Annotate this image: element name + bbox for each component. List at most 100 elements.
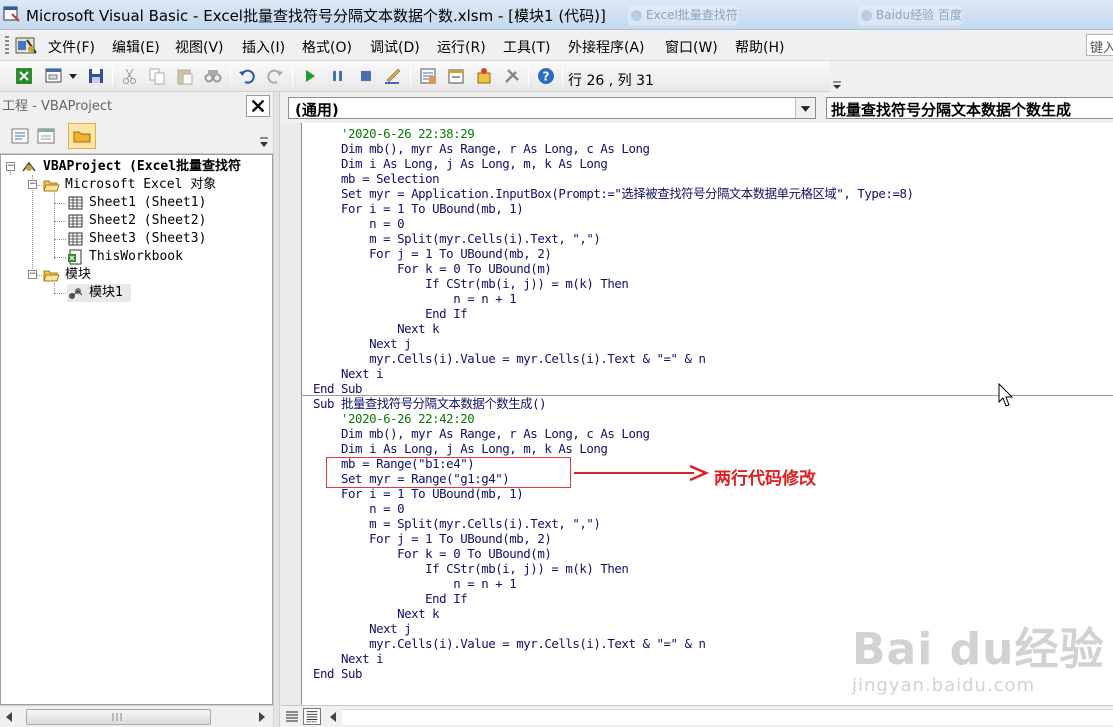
code-line[interactable]: End If <box>313 306 468 321</box>
collapse-toggle[interactable]: − <box>28 180 37 189</box>
paste-icon[interactable] <box>175 66 195 86</box>
code-line[interactable]: m = Split(myr.Cells(i).Text, ",") <box>313 231 601 246</box>
help-search-input[interactable]: 键入 <box>1086 34 1113 56</box>
code-line[interactable]: '2020-6-26 22:42:20 <box>313 411 475 426</box>
code-line[interactable]: Dim i As Long, j As Long, m, k As Long <box>313 441 608 456</box>
code-line[interactable]: Set myr = Range("g1:g4") <box>313 471 510 486</box>
insert-userform-icon[interactable] <box>44 66 64 86</box>
properties-window-icon[interactable] <box>446 66 466 86</box>
code-line[interactable]: End If <box>313 591 468 606</box>
redo-icon[interactable] <box>265 66 285 86</box>
view-code-icon[interactable] <box>8 124 32 148</box>
excel-view-icon[interactable] <box>14 35 38 57</box>
pane-splitter[interactable] <box>273 92 280 727</box>
view-object-icon[interactable] <box>34 124 58 148</box>
code-line[interactable]: Set myr = Application.InputBox(Prompt:="… <box>313 186 914 201</box>
menu-addins[interactable]: 外接程序(A) <box>568 37 645 57</box>
help-icon[interactable]: ? <box>536 66 556 86</box>
code-line[interactable]: n = n + 1 <box>313 291 517 306</box>
code-line[interactable]: For j = 1 To UBound(mb, 2) <box>313 246 552 261</box>
code-line[interactable]: '2020-6-26 22:38:29 <box>313 126 475 141</box>
run-icon[interactable] <box>300 66 320 86</box>
code-line[interactable]: Next i <box>313 366 384 381</box>
scroll-left-icon[interactable] <box>4 711 14 723</box>
collapse-toggle[interactable]: − <box>6 162 15 171</box>
code-line[interactable]: n = 0 <box>313 501 405 516</box>
code-line[interactable]: Dim i As Long, j As Long, m, k As Long <box>313 156 608 171</box>
code-line[interactable]: For j = 1 To UBound(mb, 2) <box>313 531 552 546</box>
code-line[interactable]: Next i <box>313 651 384 666</box>
menu-tools[interactable]: 工具(T) <box>503 37 550 57</box>
break-icon[interactable] <box>328 66 348 86</box>
menu-format[interactable]: 格式(O) <box>302 37 352 57</box>
menu-edit[interactable]: 编辑(E) <box>112 37 160 57</box>
procedure-combobox[interactable]: 批量查找符号分隔文本数据个数生成 <box>826 97 1113 119</box>
code-editor[interactable]: 两行代码修改 Bai du经验 jingyan.baidu.com '2020-… <box>302 123 1113 705</box>
background-tab[interactable]: Excel批量查找符 <box>628 6 738 26</box>
menu-run[interactable]: 运行(R) <box>437 37 486 57</box>
code-line[interactable]: myr.Cells(i).Value = myr.Cells(i).Text &… <box>313 636 706 651</box>
code-line[interactable]: Dim mb(), myr As Range, r As Long, c As … <box>313 426 650 441</box>
project-horizontal-scrollbar[interactable] <box>0 705 273 727</box>
background-tab[interactable]: Baidu经验 百度 <box>858 6 962 26</box>
tree-item-module1[interactable]: 模块1 <box>67 284 131 302</box>
code-line[interactable]: myr.Cells(i).Value = myr.Cells(i).Text &… <box>313 351 706 366</box>
toolbar-options-icon[interactable] <box>830 76 844 92</box>
menu-window[interactable]: 窗口(W) <box>665 37 718 57</box>
menu-view[interactable]: 视图(V) <box>175 37 224 57</box>
collapse-toggle[interactable]: − <box>28 270 37 279</box>
code-line[interactable]: Next k <box>313 321 440 336</box>
code-line[interactable]: End Sub <box>313 381 363 396</box>
code-line[interactable]: Dim mb(), myr As Range, r As Long, c As … <box>313 141 650 156</box>
menu-debug[interactable]: 调试(D) <box>370 37 420 57</box>
code-horizontal-scrollbar[interactable] <box>342 709 1113 725</box>
cut-icon[interactable] <box>120 66 140 86</box>
code-line[interactable]: n = n + 1 <box>313 576 517 591</box>
code-line[interactable]: If CStr(mb(i, j)) = m(k) Then <box>313 561 629 576</box>
baidu-watermark: Bai du经验 jingyan.baidu.com <box>852 603 1113 703</box>
code-line[interactable]: For k = 0 To UBound(m) <box>313 546 552 561</box>
undo-icon[interactable] <box>237 66 257 86</box>
code-line[interactable]: End Sub <box>313 666 363 681</box>
object-combobox[interactable]: (通用) <box>288 97 816 119</box>
project-explorer-icon[interactable] <box>418 66 438 86</box>
vba-app-icon[interactable] <box>3 5 21 23</box>
find-icon[interactable] <box>203 66 223 86</box>
toolbox-icon[interactable] <box>502 66 522 86</box>
code-line[interactable]: Sub 批量查找符号分隔文本数据个数生成() <box>313 396 547 411</box>
design-mode-icon[interactable] <box>383 66 403 86</box>
save-icon[interactable] <box>86 66 106 86</box>
menu-file[interactable]: 文件(F) <box>48 37 95 57</box>
excel-icon[interactable] <box>14 66 34 86</box>
dropdown-arrow-icon[interactable] <box>257 134 271 152</box>
code-line[interactable]: m = Split(myr.Cells(i).Text, ",") <box>313 516 601 531</box>
chevron-down-icon[interactable] <box>795 98 815 118</box>
code-line[interactable]: Next j <box>313 621 412 636</box>
reset-icon[interactable] <box>356 66 376 86</box>
code-line[interactable]: Next j <box>313 336 412 351</box>
code-line[interactable]: For i = 1 To UBound(mb, 1) <box>313 201 524 216</box>
code-line[interactable]: For k = 0 To UBound(m) <box>313 261 552 276</box>
code-line[interactable]: mb = Range("b1:e4") <box>313 456 475 471</box>
menu-insert[interactable]: 插入(I) <box>242 37 285 57</box>
scroll-right-icon[interactable] <box>257 711 267 723</box>
scroll-left-icon[interactable] <box>326 709 340 725</box>
dropdown-arrow-icon[interactable] <box>66 66 80 86</box>
copy-icon[interactable] <box>147 66 167 86</box>
procedure-view-icon[interactable] <box>283 708 301 725</box>
code-line[interactable]: If CStr(mb(i, j)) = m(k) Then <box>313 276 629 291</box>
close-icon[interactable] <box>246 95 270 117</box>
full-module-view-icon[interactable] <box>303 708 321 725</box>
tree-item-vbaproject[interactable]: VBAProject (Excel批量查找符 <box>21 158 272 176</box>
code-line[interactable]: n = 0 <box>313 216 405 231</box>
margin-indicator-bar[interactable] <box>280 123 302 705</box>
code-line[interactable]: mb = Selection <box>313 171 440 186</box>
menu-grip[interactable] <box>5 36 9 56</box>
scrollbar-thumb[interactable] <box>26 709 211 725</box>
tree-label: Microsoft Excel 对象 <box>65 177 217 192</box>
code-line[interactable]: For i = 1 To UBound(mb, 1) <box>313 486 524 501</box>
toggle-folders-icon[interactable] <box>68 123 96 149</box>
menu-help[interactable]: 帮助(H) <box>735 37 784 57</box>
code-line[interactable]: Next k <box>313 606 440 621</box>
object-browser-icon[interactable] <box>474 66 494 86</box>
